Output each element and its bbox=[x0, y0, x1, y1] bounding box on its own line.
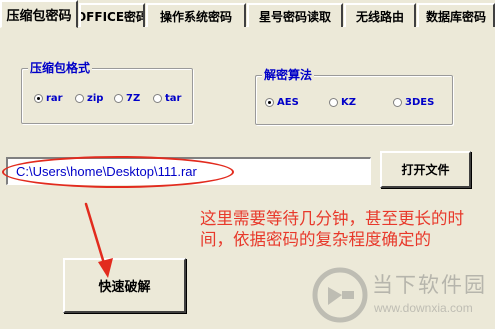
radio-label: 7Z bbox=[126, 93, 141, 104]
watermark: 当下软件园 www.downxia.com bbox=[308, 265, 495, 329]
watermark-logo-icon bbox=[312, 267, 368, 323]
radio-dot bbox=[265, 98, 274, 107]
radio-dot bbox=[329, 98, 338, 107]
archive-format-group: 压缩包格式 rar zip 7Z tar bbox=[21, 60, 193, 124]
radio-label: rar bbox=[46, 93, 63, 104]
tab-os-password[interactable]: 操作系统密码 bbox=[146, 3, 246, 27]
radio-label: tar bbox=[165, 93, 182, 104]
decrypt-algorithm-group: 解密算法 AES KZ 3DES bbox=[255, 67, 453, 125]
highlight-oval bbox=[2, 156, 234, 188]
radio-3des[interactable]: 3DES bbox=[393, 97, 434, 108]
radio-dot bbox=[34, 94, 43, 103]
archive-format-title: 压缩包格式 bbox=[28, 60, 93, 76]
tab-strip: 压缩包密码 OFFICE密码 操作系统密码 星号密码读取 无线路由 数据库密码 bbox=[0, 0, 495, 28]
radio-label: zip bbox=[87, 93, 104, 104]
radio-aes[interactable]: AES bbox=[265, 97, 299, 108]
tab-wireless-router[interactable]: 无线路由 bbox=[344, 3, 416, 27]
radio-dot bbox=[153, 94, 162, 103]
radio-label: AES bbox=[277, 97, 299, 108]
radio-tar[interactable]: tar bbox=[153, 93, 181, 104]
watermark-title: 当下软件园 bbox=[372, 273, 487, 297]
radio-kz[interactable]: KZ bbox=[329, 97, 356, 108]
annotation-text: 这里需要等待几分钟，甚至更长的时间，依据密码的复杂程度确定的 bbox=[200, 209, 464, 249]
annotation-arrow-icon bbox=[84, 202, 113, 278]
tab-database-password[interactable]: 数据库密码 bbox=[417, 3, 495, 27]
radio-dot bbox=[75, 94, 84, 103]
radio-dot bbox=[393, 98, 402, 107]
radio-zip[interactable]: zip bbox=[75, 93, 103, 104]
decrypt-algorithm-title: 解密算法 bbox=[262, 67, 315, 83]
tab-asterisk-password[interactable]: 星号密码读取 bbox=[247, 3, 343, 27]
radio-label: KZ bbox=[341, 97, 356, 108]
tab-office-password[interactable]: OFFICE密码 bbox=[79, 3, 145, 27]
radio-7z[interactable]: 7Z bbox=[114, 93, 140, 104]
watermark-url: www.downxia.com bbox=[374, 301, 473, 315]
radio-dot bbox=[114, 94, 123, 103]
open-file-button[interactable]: 打开文件 bbox=[380, 151, 471, 188]
radio-rar[interactable]: rar bbox=[34, 93, 63, 104]
radio-label: 3DES bbox=[405, 97, 435, 108]
tab-archive-password[interactable]: 压缩包密码 bbox=[0, 0, 78, 28]
